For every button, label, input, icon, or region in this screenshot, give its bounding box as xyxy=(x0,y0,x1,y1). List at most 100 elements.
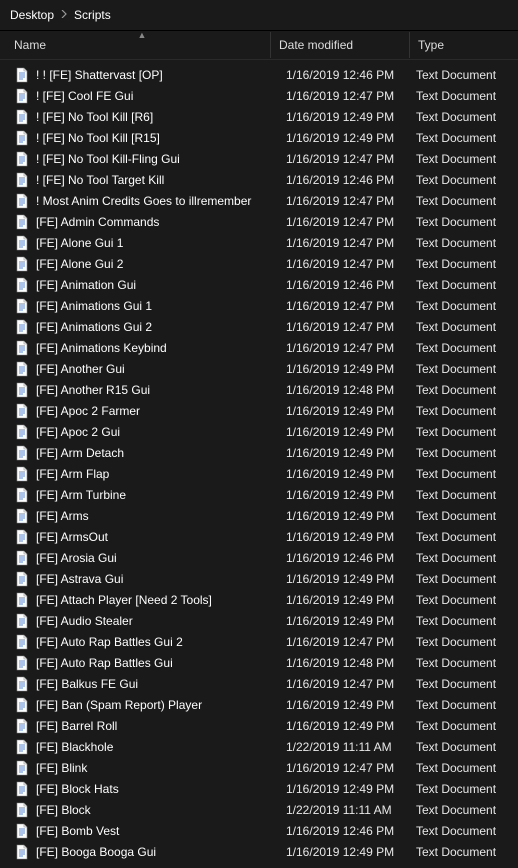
text-document-icon xyxy=(14,319,30,335)
text-document-icon xyxy=(14,340,30,356)
file-type: Text Document xyxy=(408,845,518,859)
file-row[interactable]: ! [FE] No Tool Kill [R15]1/16/2019 12:49… xyxy=(0,127,518,148)
file-row[interactable]: [FE] Arm Flap1/16/2019 12:49 PMText Docu… xyxy=(0,463,518,484)
text-document-icon xyxy=(14,130,30,146)
file-name: ! [FE] No Tool Kill [R6] xyxy=(36,110,278,124)
file-row[interactable]: [FE] Ban (Spam Report) Player1/16/2019 1… xyxy=(0,694,518,715)
text-document-icon xyxy=(14,109,30,125)
file-row[interactable]: [FE] Apoc 2 Farmer1/16/2019 12:49 PMText… xyxy=(0,400,518,421)
file-row[interactable]: [FE] Arosia Gui1/16/2019 12:46 PMText Do… xyxy=(0,547,518,568)
file-row[interactable]: ! [FE] No Tool Target Kill1/16/2019 12:4… xyxy=(0,169,518,190)
file-row[interactable]: [FE] Block1/22/2019 11:11 AMText Documen… xyxy=(0,799,518,820)
text-document-icon xyxy=(14,67,30,83)
file-date: 1/16/2019 12:47 PM xyxy=(278,341,408,355)
file-row[interactable]: [FE] Alone Gui 21/16/2019 12:47 PMText D… xyxy=(0,253,518,274)
file-row[interactable]: [FE] Booga Booga Gui1/16/2019 12:49 PMTe… xyxy=(0,841,518,862)
file-date: 1/16/2019 12:47 PM xyxy=(278,320,408,334)
text-document-icon xyxy=(14,508,30,524)
file-row[interactable]: [FE] ArmsOut1/16/2019 12:49 PMText Docum… xyxy=(0,526,518,547)
file-date: 1/16/2019 12:49 PM xyxy=(278,131,408,145)
file-type: Text Document xyxy=(408,803,518,817)
file-row[interactable]: [FE] Arms1/16/2019 12:49 PMText Document xyxy=(0,505,518,526)
breadcrumb-item-scripts[interactable]: Scripts xyxy=(74,8,111,22)
file-name: [FE] ArmsOut xyxy=(36,530,278,544)
text-document-icon xyxy=(14,718,30,734)
file-row[interactable]: [FE] Astrava Gui1/16/2019 12:49 PMText D… xyxy=(0,568,518,589)
text-document-icon xyxy=(14,529,30,545)
text-document-icon xyxy=(14,235,30,251)
file-name: [FE] Animation Gui xyxy=(36,278,278,292)
file-row[interactable]: [FE] Another Gui1/16/2019 12:49 PMText D… xyxy=(0,358,518,379)
file-row[interactable]: [FE] Alone Gui 11/16/2019 12:47 PMText D… xyxy=(0,232,518,253)
file-row[interactable]: ! [FE] Cool FE Gui1/16/2019 12:47 PMText… xyxy=(0,85,518,106)
text-document-icon xyxy=(14,382,30,398)
file-row[interactable]: ! [FE] No Tool Kill-Fling Gui1/16/2019 1… xyxy=(0,148,518,169)
file-row[interactable]: [FE] Auto Rap Battles Gui 21/16/2019 12:… xyxy=(0,631,518,652)
file-date: 1/16/2019 12:49 PM xyxy=(278,845,408,859)
file-type: Text Document xyxy=(408,824,518,838)
file-type: Text Document xyxy=(408,110,518,124)
file-row[interactable]: [FE] Block Hats1/16/2019 12:49 PMText Do… xyxy=(0,778,518,799)
file-row[interactable]: ! [FE] No Tool Kill [R6]1/16/2019 12:49 … xyxy=(0,106,518,127)
file-row[interactable]: [FE] Apoc 2 Gui1/16/2019 12:49 PMText Do… xyxy=(0,421,518,442)
file-row[interactable]: [FE] Audio Stealer1/16/2019 12:49 PMText… xyxy=(0,610,518,631)
file-type: Text Document xyxy=(408,173,518,187)
file-type: Text Document xyxy=(408,362,518,376)
text-document-icon xyxy=(14,823,30,839)
file-type: Text Document xyxy=(408,572,518,586)
file-row[interactable]: [FE] Animations Gui 11/16/2019 12:47 PMT… xyxy=(0,295,518,316)
file-name: [FE] Astrava Gui xyxy=(36,572,278,586)
file-name: [FE] Attach Player [Need 2 Tools] xyxy=(36,593,278,607)
file-date: 1/16/2019 12:47 PM xyxy=(278,194,408,208)
file-row[interactable]: [FE] Blackhole1/22/2019 11:11 AMText Doc… xyxy=(0,736,518,757)
file-date: 1/16/2019 12:49 PM xyxy=(278,614,408,628)
file-row[interactable]: [FE] Arm Detach1/16/2019 12:49 PMText Do… xyxy=(0,442,518,463)
file-list[interactable]: ! ! [FE] Shattervast [OP]1/16/2019 12:46… xyxy=(0,60,518,868)
file-row[interactable]: [FE] Blink1/16/2019 12:47 PMText Documen… xyxy=(0,757,518,778)
file-row[interactable]: [FE] Balkus FE Gui1/16/2019 12:47 PMText… xyxy=(0,673,518,694)
file-name: [FE] Auto Rap Battles Gui xyxy=(36,656,278,670)
file-type: Text Document xyxy=(408,341,518,355)
file-date: 1/16/2019 12:49 PM xyxy=(278,110,408,124)
file-name: [FE] Balkus FE Gui xyxy=(36,677,278,691)
file-row[interactable]: [FE] Another R15 Gui1/16/2019 12:48 PMTe… xyxy=(0,379,518,400)
file-row[interactable]: [FE] Animations Keybind1/16/2019 12:47 P… xyxy=(0,337,518,358)
file-name: [FE] Arosia Gui xyxy=(36,551,278,565)
text-document-icon xyxy=(14,802,30,818)
file-type: Text Document xyxy=(408,446,518,460)
column-header-type[interactable]: Type xyxy=(409,32,518,58)
file-row[interactable]: [FE] Arm Turbine1/16/2019 12:49 PMText D… xyxy=(0,484,518,505)
file-row[interactable]: [FE] Attach Player [Need 2 Tools]1/16/20… xyxy=(0,589,518,610)
file-name: [FE] Arms xyxy=(36,509,278,523)
column-header-date-label: Date modified xyxy=(279,38,353,52)
text-document-icon xyxy=(14,424,30,440)
column-header-date[interactable]: Date modified xyxy=(270,32,409,58)
column-header-name[interactable]: Name ▲ xyxy=(14,32,270,58)
file-row[interactable]: [FE] Animation Gui1/16/2019 12:46 PMText… xyxy=(0,274,518,295)
file-row[interactable]: [FE] Bomb Vest1/16/2019 12:46 PMText Doc… xyxy=(0,820,518,841)
text-document-icon xyxy=(14,403,30,419)
text-document-icon xyxy=(14,487,30,503)
breadcrumb[interactable]: Desktop Scripts xyxy=(0,0,518,31)
file-row[interactable]: ! ! [FE] Shattervast [OP]1/16/2019 12:46… xyxy=(0,64,518,85)
text-document-icon xyxy=(14,844,30,860)
file-date: 1/16/2019 12:47 PM xyxy=(278,215,408,229)
file-row[interactable]: [FE] Animations Gui 21/16/2019 12:47 PMT… xyxy=(0,316,518,337)
breadcrumb-item-desktop[interactable]: Desktop xyxy=(10,8,54,22)
column-header-row: Name ▲ Date modified Type xyxy=(0,31,518,60)
file-date: 1/16/2019 12:46 PM xyxy=(278,278,408,292)
file-date: 1/16/2019 12:47 PM xyxy=(278,635,408,649)
text-document-icon xyxy=(14,214,30,230)
file-name: [FE] Arm Turbine xyxy=(36,488,278,502)
file-row[interactable]: [FE] Auto Rap Battles Gui1/16/2019 12:48… xyxy=(0,652,518,673)
text-document-icon xyxy=(14,613,30,629)
file-type: Text Document xyxy=(408,530,518,544)
file-row[interactable]: [FE] Barrel Roll1/16/2019 12:49 PMText D… xyxy=(0,715,518,736)
file-row[interactable]: ! Most Anim Credits Goes to illremember1… xyxy=(0,190,518,211)
file-date: 1/22/2019 11:11 AM xyxy=(278,803,408,817)
file-name: ! [FE] No Tool Target Kill xyxy=(36,173,278,187)
file-type: Text Document xyxy=(408,383,518,397)
file-name: [FE] Admin Commands xyxy=(36,215,278,229)
file-row[interactable]: [FE] Admin Commands1/16/2019 12:47 PMTex… xyxy=(0,211,518,232)
text-document-icon xyxy=(14,298,30,314)
